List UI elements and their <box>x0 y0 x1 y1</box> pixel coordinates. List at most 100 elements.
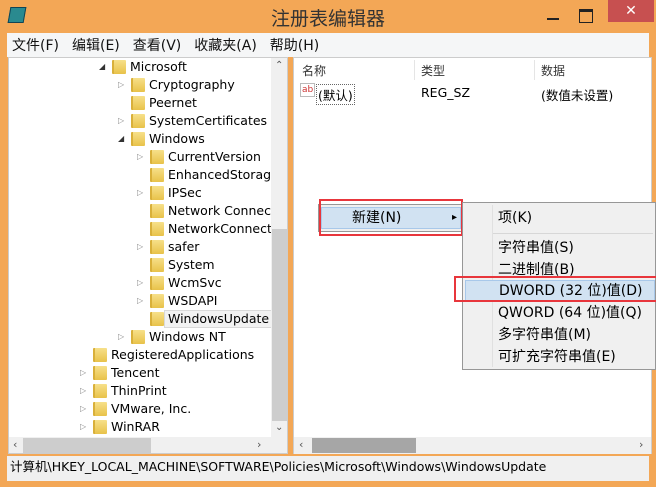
tree-node[interactable]: RegisteredApplications <box>9 346 271 364</box>
folder-icon <box>131 96 145 110</box>
tree-node-label: EnhancedStorage <box>168 167 279 182</box>
tree-node[interactable]: NetworkConnectiv <box>9 220 283 238</box>
folder-icon <box>131 78 145 92</box>
submenu-item-expandable-string[interactable]: 可扩充字符串值(E) <box>465 346 655 368</box>
tree-node-label: Windows NT <box>149 329 226 344</box>
folder-icon <box>150 204 164 218</box>
tree-node-label: SystemCertificates <box>149 113 268 128</box>
column-divider[interactable] <box>534 60 535 80</box>
folder-icon <box>131 114 145 128</box>
folder-icon <box>131 132 145 146</box>
submenu-item-key[interactable]: 项(K) <box>465 207 655 229</box>
tree-node[interactable]: ◢ Microsoft <box>9 58 271 76</box>
tree-node-label: IPSec <box>168 185 202 200</box>
tree-node[interactable]: ▷ Windows NT <box>9 328 271 346</box>
tree-node[interactable]: ▷ safer <box>9 238 271 256</box>
folder-icon <box>150 276 164 290</box>
expand-arrow-icon[interactable]: ▷ <box>137 292 147 310</box>
submenu-item-string[interactable]: 字符串值(S) <box>465 237 655 259</box>
tree-horizontal-scrollbar[interactable]: ‹ › <box>9 437 287 453</box>
close-button[interactable]: ✕ <box>608 0 654 22</box>
expand-arrow-icon[interactable]: ▷ <box>118 76 128 94</box>
expand-arrow-icon[interactable]: ▷ <box>118 328 128 346</box>
folder-icon <box>93 366 107 380</box>
menu-edit[interactable]: 编辑(E) <box>67 35 125 55</box>
tree-node-label: Windows <box>149 131 205 146</box>
scroll-right-icon[interactable]: › <box>257 438 261 451</box>
column-header-name[interactable]: 名称 <box>302 62 326 79</box>
title-bar: 注册表编辑器 ✕ <box>0 0 656 34</box>
column-header-data[interactable]: 数据 <box>541 62 565 79</box>
folder-icon <box>150 312 164 326</box>
maximize-button[interactable] <box>575 6 597 23</box>
tree-node[interactable]: ▷ VMware, Inc. <box>9 400 271 418</box>
expand-arrow-icon[interactable]: ▷ <box>80 418 90 436</box>
tree-hscroll-thumb[interactable] <box>23 438 151 453</box>
tree-node-label: RegisteredApplications <box>111 347 255 362</box>
scroll-up-icon[interactable]: ⌃ <box>275 60 283 71</box>
tree-node[interactable]: ▷ WSDAPI <box>9 292 271 310</box>
tree-node[interactable]: Peernet <box>9 94 271 112</box>
value-row[interactable]: ab (默认) REG_SZ (数值未设置) <box>294 82 651 105</box>
tree-node[interactable]: ▷ IPSec <box>9 184 271 202</box>
folder-icon <box>112 60 126 74</box>
column-divider[interactable] <box>414 60 415 80</box>
tree-node-label: Network Connecti <box>168 203 280 218</box>
folder-icon <box>150 222 164 236</box>
menu-separator <box>493 233 653 234</box>
tree-node-label: Peernet <box>149 95 197 110</box>
tree-node-label: CurrentVersion <box>168 149 261 164</box>
menu-file[interactable]: 文件(F) <box>7 35 64 55</box>
minimize-button[interactable] <box>540 4 566 28</box>
tree-node[interactable]: ▷ ThinPrint <box>9 382 271 400</box>
folder-icon <box>150 258 164 272</box>
tree-node[interactable]: ▷ WcmSvc <box>9 274 271 292</box>
scroll-left-icon[interactable]: ‹ <box>13 438 17 451</box>
column-header-type[interactable]: 类型 <box>421 62 445 79</box>
folder-icon <box>93 402 107 416</box>
menu-favorites[interactable]: 收藏夹(A) <box>189 35 262 55</box>
values-hscroll-thumb[interactable] <box>312 438 416 453</box>
tree-node[interactable]: System <box>9 256 271 274</box>
tree-node[interactable]: ▷ Tencent <box>9 364 271 382</box>
folder-icon <box>150 240 164 254</box>
folder-icon <box>150 168 164 182</box>
collapse-arrow-icon[interactable]: ◢ <box>118 130 128 148</box>
tree-node[interactable]: EnhancedStorage <box>9 166 279 184</box>
tree-node[interactable]: WindowsUpdate <box>9 310 274 328</box>
tree-node-label: WcmSvc <box>168 275 222 290</box>
submenu-item-qword[interactable]: QWORD (64 位)值(Q) <box>465 302 655 324</box>
expand-arrow-icon[interactable]: ▷ <box>137 184 147 202</box>
expand-arrow-icon[interactable]: ▷ <box>137 238 147 256</box>
folder-icon <box>93 420 107 434</box>
tree-node[interactable]: ▷ CurrentVersion <box>9 148 271 166</box>
tree-node[interactable]: ◢ Windows <box>9 130 271 148</box>
submenu-item-multi-string[interactable]: 多字符串值(M) <box>465 324 655 346</box>
expand-arrow-icon[interactable]: ▷ <box>137 148 147 166</box>
registry-tree: ◢ Microsoft ▷ Cryptography Peernet ▷ SystemCer… <box>8 57 288 454</box>
tree-vertical-scrollbar[interactable]: ⌃ ⌄ <box>271 58 287 437</box>
expand-arrow-icon[interactable]: ▷ <box>118 112 128 130</box>
annotation-highlight-box <box>319 199 463 236</box>
expand-arrow-icon[interactable]: ▷ <box>80 382 90 400</box>
status-bar-path: 计算机\HKEY_LOCAL_MACHINE\SOFTWARE\Policies… <box>7 456 649 481</box>
scroll-left-icon[interactable]: ‹ <box>299 438 303 451</box>
expand-arrow-icon[interactable]: ▷ <box>80 400 90 418</box>
tree-node[interactable]: ▷ Cryptography <box>9 76 271 94</box>
tree-node[interactable]: Network Connecti <box>9 202 279 220</box>
menu-view[interactable]: 查看(V) <box>128 35 187 55</box>
expand-arrow-icon[interactable]: ▷ <box>137 274 147 292</box>
menu-help[interactable]: 帮助(H) <box>265 35 324 55</box>
tree-vscroll-thumb[interactable] <box>272 229 287 421</box>
tree-node-label: WindowsUpdate <box>164 310 274 328</box>
string-value-icon: ab <box>300 83 316 97</box>
expand-arrow-icon[interactable]: ▷ <box>80 364 90 382</box>
scroll-right-icon[interactable]: › <box>639 438 643 451</box>
values-horizontal-scrollbar[interactable]: ‹ › <box>294 437 651 454</box>
tree-node-label: ThinPrint <box>111 383 167 398</box>
scroll-down-icon[interactable]: ⌄ <box>275 422 283 433</box>
tree-node[interactable]: ▷ SystemCertificates <box>9 112 271 130</box>
collapse-arrow-icon[interactable]: ◢ <box>99 58 109 76</box>
tree-node-label: WSDAPI <box>168 293 218 308</box>
tree-node[interactable]: ▷ WinRAR <box>9 418 271 436</box>
